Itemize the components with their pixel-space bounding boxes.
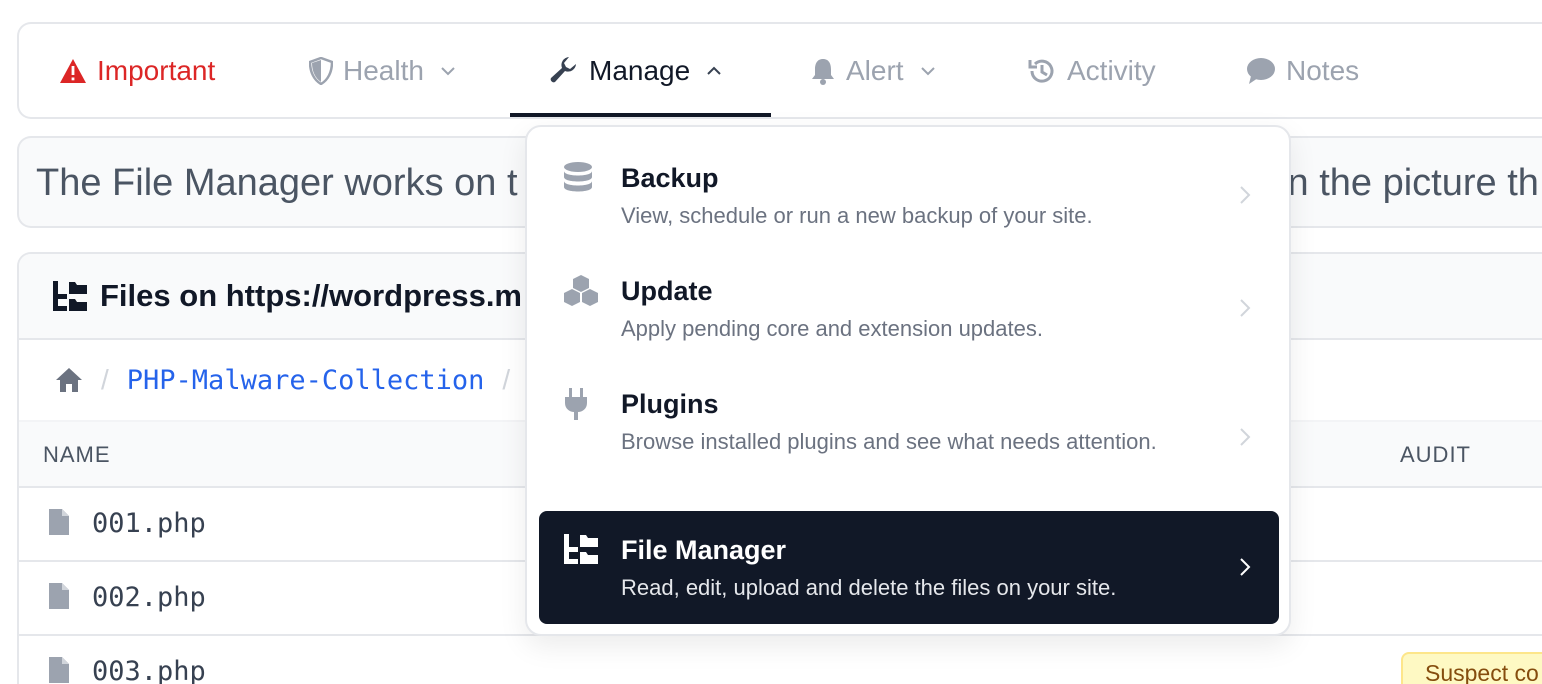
chevron-up-icon: [707, 66, 721, 75]
folder-tree-icon: [564, 534, 598, 564]
chevron-right-icon: [1240, 558, 1251, 576]
wrench-icon: [550, 56, 576, 82]
menu-item-file-manager[interactable]: File Manager Read, edit, upload and dele…: [539, 511, 1279, 624]
tab-label: Manage: [589, 54, 691, 86]
menu-item-plugins[interactable]: Plugins Browse installed plugins and see…: [539, 365, 1279, 505]
menu-item-description: Apply pending core and extension updates…: [621, 316, 1043, 341]
breadcrumb-folder-link[interactable]: PHP-Malware-Collection: [127, 365, 485, 396]
bell-icon: [812, 58, 834, 85]
warning-triangle-icon: [60, 58, 86, 83]
table-row[interactable]: 003.php Suspect co: [19, 636, 1542, 684]
file-name[interactable]: 002.php: [92, 582, 206, 613]
manage-dropdown-menu: Backup View, schedule or run a new backu…: [525, 125, 1291, 636]
database-icon: [564, 162, 592, 192]
tab-label: Important: [97, 54, 216, 86]
file-icon: [49, 583, 69, 609]
tab-activity[interactable]: Activity: [1027, 24, 1156, 117]
breadcrumb-separator: /: [101, 364, 109, 395]
breadcrumb-separator: /: [502, 364, 511, 395]
file-icon: [49, 657, 69, 683]
column-header-audit[interactable]: AUDIT: [1400, 442, 1471, 468]
home-icon[interactable]: [55, 367, 83, 393]
tab-bar: Important Health Manage Alert Activity N…: [17, 22, 1542, 119]
tab-health[interactable]: Health: [309, 24, 456, 117]
menu-item-description: View, schedule or run a new backup of yo…: [621, 203, 1093, 228]
menu-item-update[interactable]: Update Apply pending core and extension …: [539, 252, 1279, 360]
history-icon: [1028, 59, 1054, 83]
menu-item-backup[interactable]: Backup View, schedule or run a new backu…: [539, 139, 1279, 247]
cubes-icon: [564, 275, 598, 306]
file-name[interactable]: 003.php: [92, 656, 206, 684]
panel-title: Files on https://wordpress.m: [100, 278, 522, 313]
shield-icon: [309, 56, 333, 85]
column-header-name[interactable]: NAME: [43, 442, 111, 468]
tab-important[interactable]: Important: [59, 24, 215, 117]
chevron-right-icon: [1240, 186, 1251, 204]
tab-label: Activity: [1067, 54, 1156, 86]
menu-item-description: Read, edit, upload and delete the files …: [621, 575, 1117, 600]
tab-notes[interactable]: Notes: [1246, 24, 1359, 117]
comment-icon: [1247, 57, 1275, 84]
tab-label: Alert: [846, 54, 904, 86]
file-name[interactable]: 001.php: [92, 508, 206, 539]
menu-item-title: Backup: [621, 163, 719, 193]
tab-label: Notes: [1286, 54, 1360, 86]
audit-status-badge: Suspect co: [1401, 652, 1542, 684]
menu-item-description: Browse installed plugins and see what ne…: [621, 429, 1157, 454]
menu-item-title: Plugins: [621, 389, 719, 419]
chevron-down-icon: [920, 66, 935, 75]
chevron-right-icon: [1240, 299, 1251, 317]
tab-alert[interactable]: Alert: [810, 24, 936, 117]
file-icon: [49, 509, 69, 535]
tab-label: Health: [343, 54, 424, 86]
active-tab-indicator: [510, 113, 771, 117]
chevron-right-icon: [1240, 428, 1251, 446]
menu-item-title: Update: [621, 276, 713, 306]
menu-item-title: File Manager: [621, 535, 787, 565]
tab-manage[interactable]: Manage: [549, 24, 722, 117]
chevron-down-icon: [441, 66, 455, 75]
plug-icon: [565, 388, 587, 420]
folder-tree-icon: [53, 281, 87, 311]
